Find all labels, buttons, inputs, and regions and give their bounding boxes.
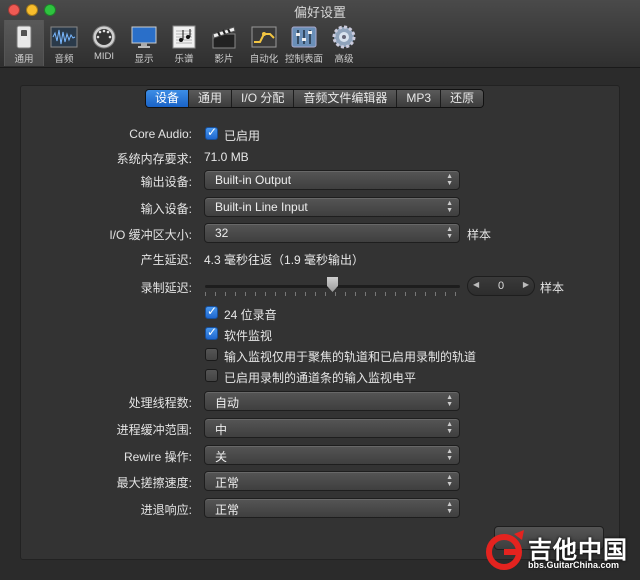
preferences-toolbar: 通用 音频 MIDI 显示 乐谱 影片 自动化 控制表面 高级 <box>4 20 364 66</box>
input-monitoring-focused-label: 输入监视仅用于聚焦的轨道和已启用录制的轨道 <box>224 350 477 364</box>
software-monitoring-checkbox[interactable] <box>205 325 218 340</box>
core-audio-checkbox[interactable] <box>205 125 218 140</box>
record-delay-unit: 样本 <box>540 281 565 295</box>
io-buffer-unit: 样本 <box>467 228 492 242</box>
latency-label: 产生延迟: <box>140 253 192 267</box>
popup-arrows-icon: ▲ ▼ <box>446 173 453 187</box>
watermark: 吉他中国 bbs.GuitarChina.com <box>484 528 636 576</box>
record-delay-row: 录制延迟: ◀ 0 ▶ 样本 <box>0 276 640 296</box>
display-monitor-icon <box>130 24 158 50</box>
core-audio-check-label: 已启用 <box>224 129 261 143</box>
threads-popup[interactable]: 自动 ▲ ▼ <box>204 391 460 411</box>
rewire-row: Rewire 操作: 关 ▲ ▼ <box>0 445 640 465</box>
record-delay-slider-knob[interactable] <box>327 277 338 292</box>
tab-devices[interactable]: 设备 <box>146 90 190 107</box>
memory-row: 系统内存要求: 71.0 MB <box>0 147 640 167</box>
toolbar-item-midi[interactable]: MIDI <box>84 20 124 66</box>
max-scrub-popup[interactable]: 正常 ▲ ▼ <box>204 471 460 491</box>
toolbar-item-advanced[interactable]: 高级 <box>324 20 364 66</box>
input-device-label: 输入设备: <box>140 202 192 216</box>
process-buffer-label: 进程缓冲范围: <box>116 423 192 437</box>
popup-arrows-icon: ▲ ▼ <box>446 501 453 515</box>
popup-arrows-icon: ▲ ▼ <box>446 394 453 408</box>
record-delay-ticks <box>205 292 460 296</box>
toolbar-item-movie[interactable]: 影片 <box>204 20 244 66</box>
toolbar-item-automation[interactable]: 自动化 <box>244 20 284 66</box>
audio-waveform-icon <box>50 24 78 50</box>
rewire-label: Rewire 操作: <box>123 450 192 464</box>
increment-arrow-icon[interactable]: ▶ <box>523 280 529 289</box>
input-monitoring-focused-checkbox[interactable] <box>205 348 218 361</box>
scrub-response-row: 进退响应: 正常 ▲ ▼ <box>0 498 640 518</box>
popup-arrows-icon: ▲ ▼ <box>446 200 453 214</box>
check-input-level-row: 已启用录制的通道条的输入监视电平 <box>0 366 640 386</box>
watermark-url: bbs.GuitarChina.com <box>528 560 620 570</box>
automation-icon <box>250 24 278 50</box>
input-device-popup[interactable]: Built-in Line Input ▲ ▼ <box>204 197 460 217</box>
toolbar-item-audio[interactable]: 音频 <box>44 20 84 66</box>
io-buffer-label: I/O 缓冲区大小: <box>109 228 192 242</box>
general-switch-icon <box>10 24 38 50</box>
process-buffer-popup[interactable]: 中 ▲ ▼ <box>204 418 460 438</box>
check-software-monitoring-row: 软件监视 <box>0 324 640 344</box>
scrub-response-label: 进退响应: <box>140 503 192 517</box>
input-device-row: 输入设备: Built-in Line Input ▲ ▼ <box>0 197 640 217</box>
threads-label: 处理线程数: <box>128 396 192 410</box>
process-buffer-row: 进程缓冲范围: 中 ▲ ▼ <box>0 418 640 438</box>
audio-tabs: 设备 通用 I/O 分配 音频文件编辑器 MP3 还原 <box>145 89 485 108</box>
input-monitoring-level-label: 已启用录制的通道条的输入监视电平 <box>224 371 417 385</box>
popup-arrows-icon: ▲ ▼ <box>446 448 453 462</box>
core-audio-label: Core Audio: <box>129 127 192 141</box>
window-title: 偏好设置 <box>293 5 346 20</box>
record-delay-label: 录制延迟: <box>140 281 192 295</box>
popup-arrows-icon: ▲ ▼ <box>446 226 453 240</box>
output-device-row: 输出设备: Built-in Output ▲ ▼ <box>0 170 640 190</box>
score-notes-icon <box>170 24 198 50</box>
memory-value: 71.0 MB <box>204 150 249 164</box>
rewire-popup[interactable]: 关 ▲ ▼ <box>204 445 460 465</box>
software-monitoring-label: 软件监视 <box>224 329 273 343</box>
title-bar: 偏好设置 通用 音频 MIDI 显示 乐谱 影片 自动化 控制表面 高级 <box>0 0 640 68</box>
io-buffer-popup[interactable]: 32 ▲ ▼ <box>204 223 460 243</box>
toolbar-item-general[interactable]: 通用 <box>4 20 44 66</box>
tab-audio-file-editor[interactable]: 音频文件编辑器 <box>294 90 398 107</box>
tab-mp3[interactable]: MP3 <box>397 90 442 107</box>
tab-general[interactable]: 通用 <box>189 90 233 107</box>
output-device-label: 输出设备: <box>140 175 192 189</box>
24bit-recording-checkbox[interactable] <box>205 304 218 319</box>
tab-restore[interactable]: 还原 <box>441 90 484 107</box>
toolbar-item-display[interactable]: 显示 <box>124 20 164 66</box>
input-monitoring-level-checkbox[interactable] <box>205 369 218 382</box>
latency-row: 产生延迟: 4.3 毫秒往返（1.9 毫秒输出） <box>0 248 640 268</box>
output-device-popup[interactable]: Built-in Output ▲ ▼ <box>204 170 460 190</box>
movie-clapper-icon <box>210 24 238 50</box>
popup-arrows-icon: ▲ ▼ <box>446 421 453 435</box>
toolbar-item-control-surface[interactable]: 控制表面 <box>284 20 324 66</box>
check-24bit-row: 24 位录音 <box>0 303 640 323</box>
check-input-monitoring-row: 输入监视仅用于聚焦的轨道和已启用录制的轨道 <box>0 345 640 365</box>
core-audio-row: Core Audio: 已启用 <box>0 124 640 144</box>
io-buffer-row: I/O 缓冲区大小: 32 ▲ ▼ 样本 <box>0 223 640 243</box>
latency-value: 4.3 毫秒往返（1.9 毫秒输出） <box>204 253 365 267</box>
control-surface-icon <box>290 24 318 50</box>
popup-arrows-icon: ▲ ▼ <box>446 474 453 488</box>
guitarchina-logo-icon <box>484 530 528 570</box>
advanced-gear-icon <box>330 24 358 50</box>
memory-label: 系统内存要求: <box>116 152 192 166</box>
threads-row: 处理线程数: 自动 ▲ ▼ <box>0 391 640 411</box>
scrub-response-popup[interactable]: 正常 ▲ ▼ <box>204 498 460 518</box>
midi-port-icon <box>90 24 118 50</box>
24bit-recording-label: 24 位录音 <box>224 308 277 322</box>
max-scrub-label: 最大搓擦速度: <box>116 476 192 490</box>
tab-io-assignments[interactable]: I/O 分配 <box>232 90 295 107</box>
record-delay-stepper[interactable]: ◀ 0 ▶ <box>467 276 535 296</box>
max-scrub-row: 最大搓擦速度: 正常 ▲ ▼ <box>0 471 640 491</box>
toolbar-item-score[interactable]: 乐谱 <box>164 20 204 66</box>
